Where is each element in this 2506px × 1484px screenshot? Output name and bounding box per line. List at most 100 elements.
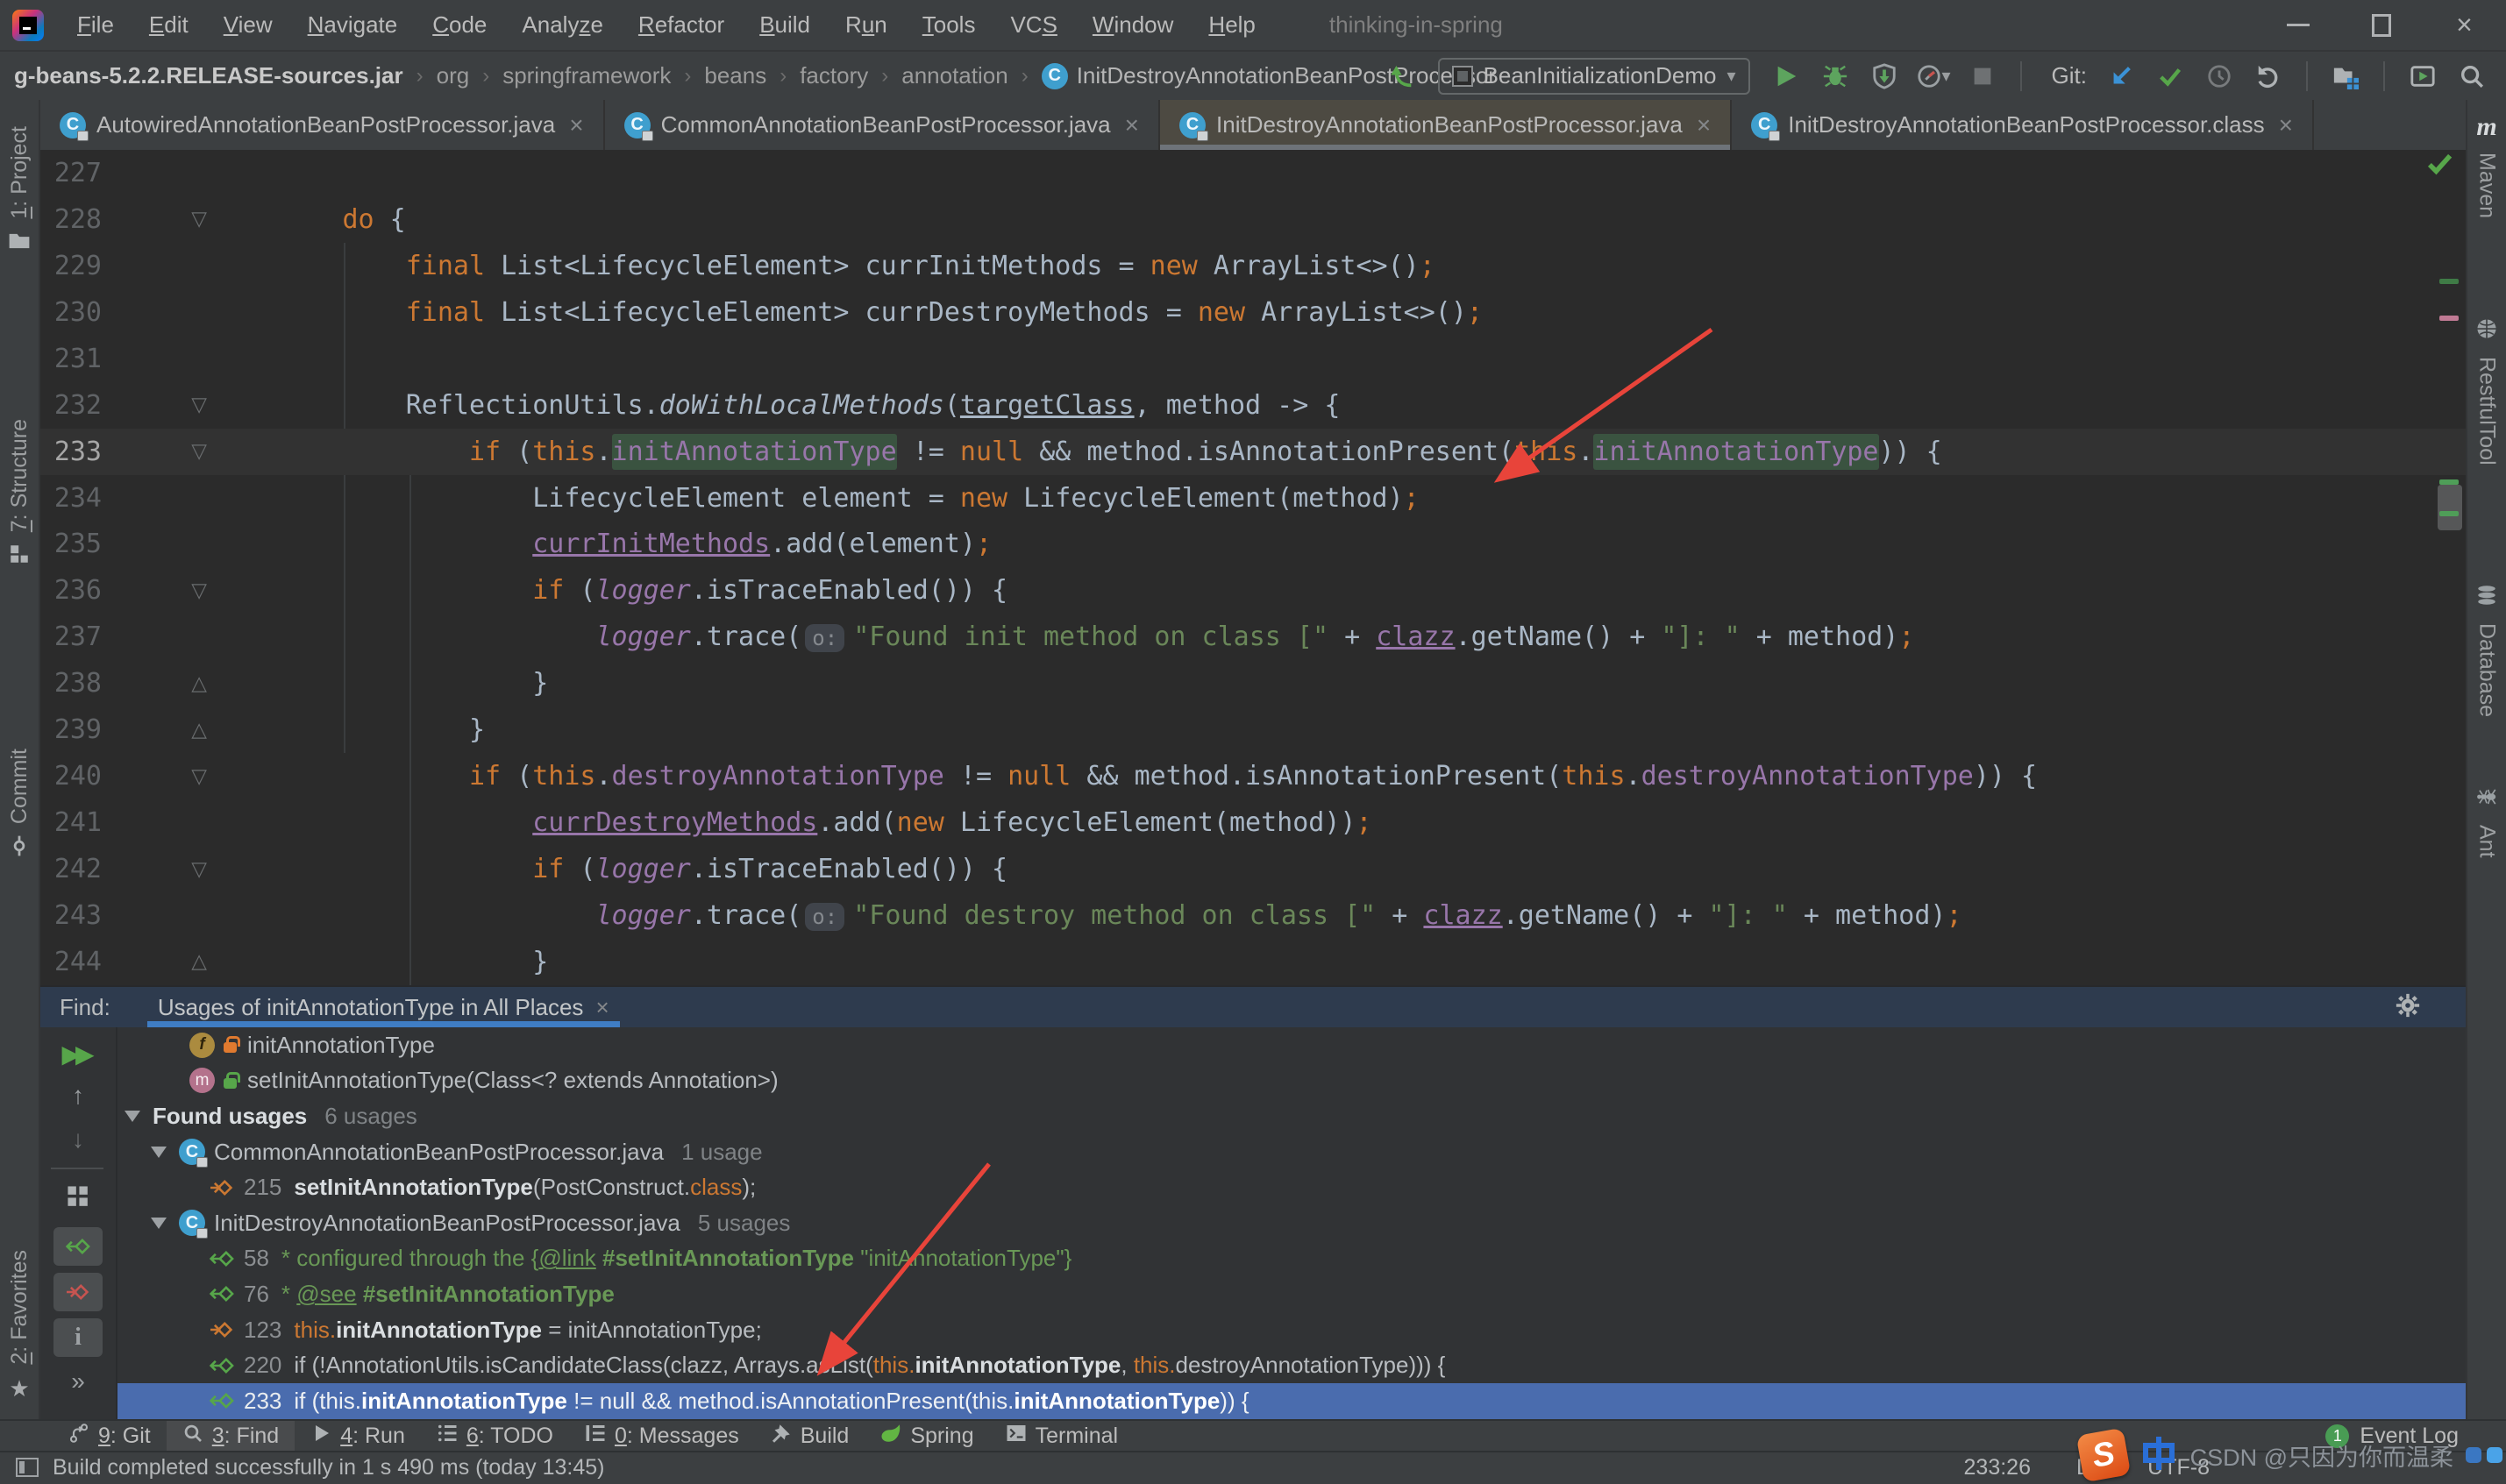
breadcrumb-item[interactable]: g-beans-5.2.2.RELEASE-sources.jar bbox=[14, 62, 403, 89]
caret-position[interactable]: 233:26 bbox=[1964, 1455, 2031, 1480]
find-row-usage[interactable]: 215setInitAnnotationType(PostConstruct.c… bbox=[117, 1169, 2466, 1205]
menu-edit[interactable]: Edit bbox=[132, 11, 206, 39]
line-number[interactable]: 241 bbox=[40, 807, 102, 838]
line-number[interactable]: 231 bbox=[40, 344, 102, 374]
fold-marker-close-icon[interactable]: △ bbox=[102, 950, 216, 973]
find-row-usage[interactable]: 76* @see #setInitAnnotationType bbox=[117, 1276, 2466, 1312]
line-number[interactable]: 242 bbox=[40, 854, 102, 884]
editor-tab[interactable]: CInitDestroyAnnotationBeanPostProcessor.… bbox=[1732, 100, 2314, 150]
expand-arrow-icon[interactable] bbox=[125, 1111, 140, 1122]
line-number[interactable]: 235 bbox=[40, 529, 102, 559]
close-tab-icon[interactable]: × bbox=[569, 111, 583, 139]
close-icon[interactable]: × bbox=[2423, 0, 2506, 50]
code-line-243[interactable]: 243 logger.trace(o:"Found destroy method… bbox=[40, 892, 2466, 939]
code-line-242[interactable]: 242▽ if (logger.isTraceEnabled()) { bbox=[40, 846, 2466, 892]
code-line-241[interactable]: 241 currDestroyMethods.add(new Lifecycle… bbox=[40, 799, 2466, 846]
find-row-usage[interactable]: 220if (!AnnotationUtils.isCandidateClass… bbox=[117, 1347, 2466, 1383]
commit-check-icon[interactable] bbox=[2150, 56, 2190, 96]
stop-icon[interactable] bbox=[1962, 56, 2003, 96]
close-tab-icon[interactable]: × bbox=[1697, 111, 1711, 139]
editor-tab[interactable]: CCommonAnnotationBeanPostProcessor.java× bbox=[605, 100, 1160, 150]
breadcrumb-item[interactable]: springframework bbox=[502, 62, 671, 89]
rerun-icon[interactable]: ▶▶ bbox=[61, 1040, 94, 1069]
line-number[interactable]: 227 bbox=[40, 158, 102, 188]
write-access-toggle-icon[interactable] bbox=[53, 1273, 103, 1311]
line-number[interactable]: 240 bbox=[40, 761, 102, 792]
close-tab-icon[interactable]: × bbox=[2279, 111, 2293, 139]
editor-tab[interactable]: CInitDestroyAnnotationBeanPostProcessor.… bbox=[1160, 100, 1732, 150]
code-line-237[interactable]: 237 logger.trace(o:"Found init method on… bbox=[40, 614, 2466, 660]
stripe-item-restfultool[interactable]: RestfulTool bbox=[2467, 317, 2506, 465]
minimize-icon[interactable] bbox=[2256, 0, 2339, 50]
fold-marker-open-icon[interactable]: ▽ bbox=[102, 208, 216, 231]
fold-marker-open-icon[interactable]: ▽ bbox=[102, 765, 216, 788]
breadcrumb-item[interactable]: factory bbox=[800, 62, 868, 89]
gear-icon[interactable] bbox=[2396, 993, 2420, 1022]
code-line-230[interactable]: 230 final List<LifecycleElement> currDes… bbox=[40, 289, 2466, 336]
search-everywhere-icon[interactable] bbox=[2452, 56, 2492, 96]
code-line-239[interactable]: 239△ } bbox=[40, 706, 2466, 753]
fold-marker-open-icon[interactable]: ▽ bbox=[102, 579, 216, 602]
code-line-236[interactable]: 236▽ if (logger.isTraceEnabled()) { bbox=[40, 567, 2466, 614]
close-tab-icon[interactable]: × bbox=[1125, 111, 1139, 139]
tool-window-button-9-git[interactable]: 9: Git bbox=[53, 1421, 167, 1451]
menu-navigate[interactable]: Navigate bbox=[290, 11, 416, 39]
code-line-235[interactable]: 235 currInitMethods.add(element); bbox=[40, 522, 2466, 568]
profiler-icon[interactable]: ▾ bbox=[1913, 56, 1954, 96]
menu-analyze[interactable]: Analyze bbox=[504, 11, 621, 39]
line-number[interactable]: 238 bbox=[40, 668, 102, 699]
menu-file[interactable]: File bbox=[60, 11, 132, 39]
find-row-file[interactable]: CInitDestroyAnnotationBeanPostProcessor.… bbox=[117, 1205, 2466, 1241]
stripe-item-2-favorites[interactable]: 2: Favorites★ bbox=[0, 1250, 39, 1402]
code-line-228[interactable]: 228▽ do { bbox=[40, 196, 2466, 243]
line-number[interactable]: 239 bbox=[40, 714, 102, 745]
find-row-usage[interactable]: 123this.initAnnotationType = initAnnotat… bbox=[117, 1312, 2466, 1348]
stripe-item-maven[interactable]: mMaven bbox=[2467, 112, 2506, 218]
stripe-item-1-project[interactable]: 1: Project bbox=[0, 126, 39, 259]
info-icon[interactable]: i bbox=[53, 1318, 103, 1357]
find-row-usage[interactable]: 58* configured through the {@link #setIn… bbox=[117, 1241, 2466, 1277]
tool-window-switcher-icon[interactable] bbox=[16, 1458, 39, 1477]
code-line-244[interactable]: 244△ } bbox=[40, 939, 2466, 985]
rollback-icon[interactable] bbox=[2248, 56, 2289, 96]
line-number[interactable]: 234 bbox=[40, 483, 102, 514]
down-icon[interactable]: ↓ bbox=[72, 1125, 84, 1154]
find-row-member[interactable]: msetInitAnnotationType(Class<? extends A… bbox=[117, 1063, 2466, 1099]
tool-window-button-0-messages[interactable]: 0: Messages bbox=[569, 1421, 755, 1451]
line-number[interactable]: 230 bbox=[40, 297, 102, 328]
more-options-icon[interactable]: » bbox=[71, 1367, 85, 1395]
read-access-toggle-icon[interactable] bbox=[53, 1227, 103, 1266]
code-editor[interactable]: 227 228▽ do {229 final List<LifecycleElem… bbox=[40, 150, 2466, 985]
maximize-icon[interactable] bbox=[2339, 0, 2423, 50]
menu-tools[interactable]: Tools bbox=[905, 11, 993, 39]
fold-marker-close-icon[interactable]: △ bbox=[102, 672, 216, 695]
tool-window-button-3-find[interactable]: 3: Find bbox=[167, 1421, 295, 1451]
line-number[interactable]: 237 bbox=[40, 621, 102, 652]
line-number[interactable]: 236 bbox=[40, 575, 102, 606]
history-icon[interactable] bbox=[2199, 56, 2239, 96]
tool-window-button-6-todo[interactable]: 6: TODO bbox=[421, 1421, 569, 1451]
code-line-229[interactable]: 229 final List<LifecycleElement> currIni… bbox=[40, 243, 2466, 289]
stripe-item-database[interactable]: Database bbox=[2467, 584, 2506, 717]
find-tab-close-icon[interactable]: × bbox=[595, 994, 609, 1021]
menu-run[interactable]: Run bbox=[828, 11, 905, 39]
expand-arrow-icon[interactable] bbox=[151, 1147, 167, 1158]
find-row-group[interactable]: Found usages6 usages bbox=[117, 1098, 2466, 1134]
editor-tab[interactable]: CAutowiredAnnotationBeanPostProcessor.ja… bbox=[40, 100, 605, 150]
debug-icon[interactable] bbox=[1815, 56, 1855, 96]
menu-help[interactable]: Help bbox=[1191, 11, 1272, 39]
code-line-240[interactable]: 240▽ if (this.destroyAnnotationType != n… bbox=[40, 753, 2466, 799]
code-line-232[interactable]: 232▽ ReflectionUtils.doWithLocalMethods(… bbox=[40, 382, 2466, 429]
line-number[interactable]: 244 bbox=[40, 947, 102, 977]
find-results-tab[interactable]: Usages of initAnnotationType in All Plac… bbox=[147, 987, 620, 1027]
run-icon[interactable] bbox=[1766, 56, 1806, 96]
line-number[interactable]: 228 bbox=[40, 204, 102, 235]
fold-marker-close-icon[interactable]: △ bbox=[102, 719, 216, 742]
stripe-item-ant[interactable]: Ant bbox=[2467, 785, 2506, 858]
fold-marker-open-icon[interactable]: ▽ bbox=[102, 440, 216, 463]
breadcrumb-item[interactable]: org bbox=[437, 62, 470, 89]
code-line-238[interactable]: 238△ } bbox=[40, 660, 2466, 706]
tool-window-button-build[interactable]: Build bbox=[755, 1421, 865, 1451]
find-row-usage[interactable]: 233if (this.initAnnotationType != null &… bbox=[117, 1383, 2466, 1419]
tool-window-button-4-run[interactable]: 4: Run bbox=[295, 1421, 421, 1451]
